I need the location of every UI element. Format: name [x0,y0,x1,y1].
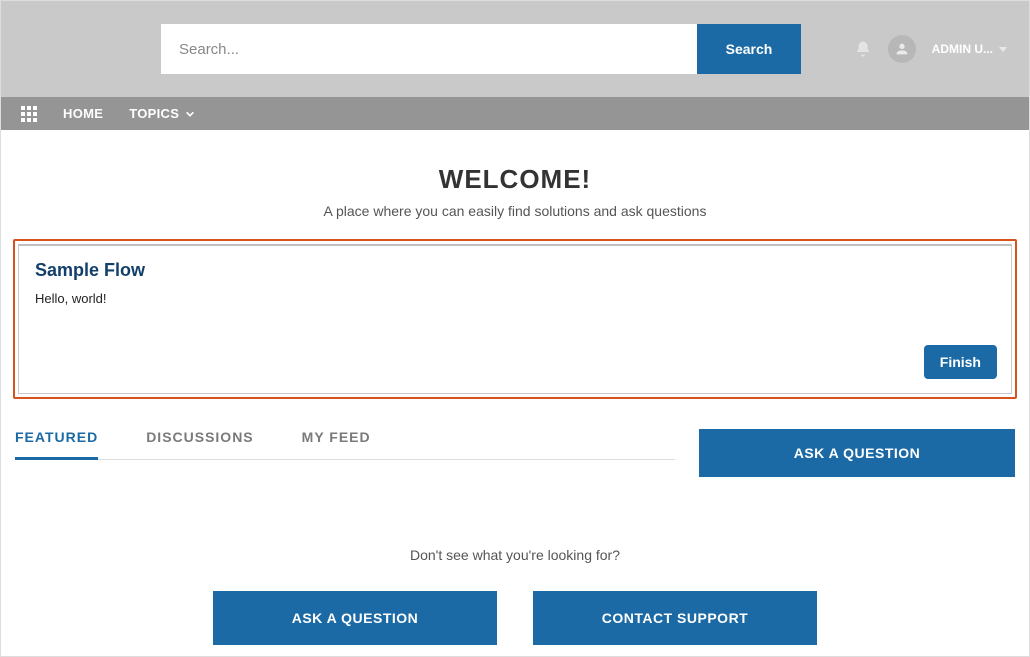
page-subtitle: A place where you can easily find soluti… [1,203,1029,219]
footer-buttons: ASK A QUESTION CONTACT SUPPORT [1,591,1029,645]
caret-down-icon [999,47,1007,52]
footer-contact-support-button[interactable]: CONTACT SUPPORT [533,591,817,645]
search-input[interactable] [161,24,697,74]
flow-highlight-outline: Sample Flow Hello, world! Finish [13,239,1017,399]
search-wrap: Search [161,24,801,74]
main-nav: HOME TOPICS [1,97,1029,130]
tab-discussions[interactable]: DISCUSSIONS [146,429,253,447]
search-button[interactable]: Search [697,24,801,74]
user-label: ADMIN U... [932,42,993,56]
person-icon [894,41,910,57]
avatar[interactable] [888,35,916,63]
apps-grid-icon[interactable] [21,106,37,122]
finish-button[interactable]: Finish [924,345,997,379]
footer-area: Don't see what you're looking for? ASK A… [1,547,1029,645]
flow-body: Hello, world! [35,291,995,306]
ask-question-button[interactable]: ASK A QUESTION [699,429,1015,477]
top-bar: Search ADMIN U... [1,1,1029,97]
flow-title: Sample Flow [35,260,995,281]
footer-prompt: Don't see what you're looking for? [1,547,1029,563]
nav-topics-label: TOPICS [129,106,179,121]
content-tabs: FEATURED DISCUSSIONS MY FEED [15,429,675,460]
bell-icon[interactable] [854,40,872,58]
user-menu[interactable]: ADMIN U... [932,42,1007,56]
flow-card: Sample Flow Hello, world! Finish [18,244,1012,394]
topbar-right: ADMIN U... [854,35,1007,63]
page-title: WELCOME! [1,164,1029,195]
mid-row: FEATURED DISCUSSIONS MY FEED ASK A QUEST… [15,429,1015,477]
chevron-down-icon [185,109,195,119]
tab-my-feed[interactable]: MY FEED [302,429,371,447]
welcome-section: WELCOME! A place where you can easily fi… [1,164,1029,219]
nav-topics[interactable]: TOPICS [129,106,195,121]
nav-home[interactable]: HOME [63,106,103,121]
tab-featured[interactable]: FEATURED [15,429,98,460]
footer-ask-question-button[interactable]: ASK A QUESTION [213,591,497,645]
